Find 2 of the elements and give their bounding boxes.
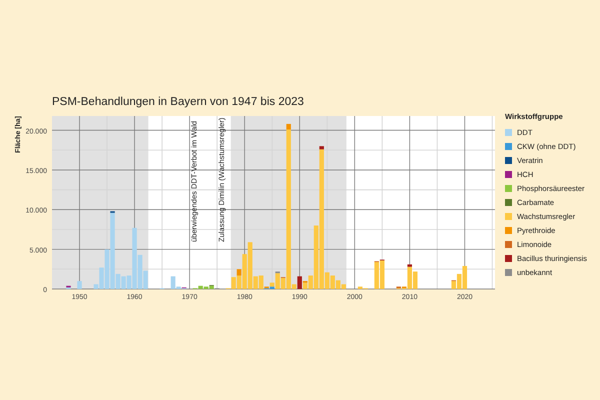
- chart-title: PSM-Behandlungen in Bayern von 1947 bis 2023: [52, 96, 305, 110]
- bar: [77, 281, 82, 289]
